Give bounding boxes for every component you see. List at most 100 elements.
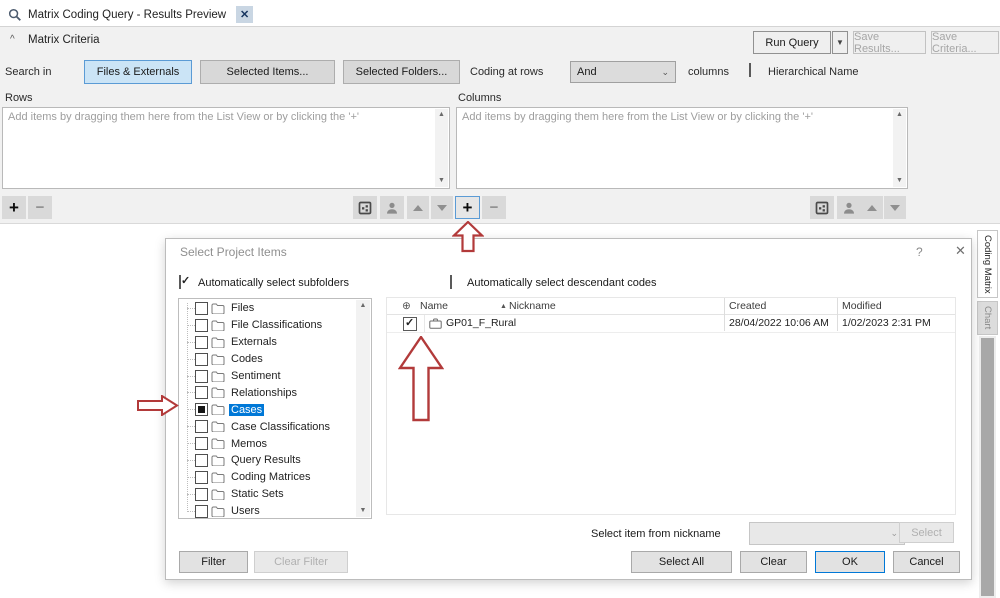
auto-descendants-checkbox[interactable] [450, 275, 452, 289]
rows-drop-area[interactable]: Add items by dragging them here from the… [2, 107, 450, 189]
columns-remove-button[interactable]: − [482, 196, 506, 219]
detail-view-scrollbar[interactable] [979, 336, 996, 598]
tree-item-checkbox[interactable] [195, 386, 208, 399]
collapse-caret-icon[interactable]: ^ [10, 34, 15, 45]
hierarchical-name-checkbox[interactable] [749, 63, 751, 77]
scroll-up-icon[interactable]: ▲ [893, 109, 906, 121]
query-magnifier-icon [8, 8, 22, 22]
scrollbar-thumb[interactable] [981, 338, 994, 596]
tree-item[interactable]: Relationships [179, 384, 356, 401]
name-column-header[interactable]: Name [420, 300, 448, 312]
select-button[interactable]: Select [899, 522, 954, 543]
coding-at-rows-label: Coding at rows [470, 66, 543, 78]
rows-move-down-button[interactable] [431, 196, 453, 219]
tree-item[interactable]: Coding Matrices [179, 469, 356, 486]
created-column-header[interactable]: Created [729, 300, 766, 312]
tree-item[interactable]: Static Sets [179, 486, 356, 503]
select-all-button[interactable]: Select All [631, 551, 732, 573]
tree-item-label: Case Classifications [229, 421, 332, 433]
rows-add-button[interactable]: + [2, 196, 26, 219]
tree-item[interactable]: Query Results [179, 452, 356, 469]
tree-scrollbar[interactable]: ▲ ▼ [356, 300, 370, 517]
tree-item[interactable]: Cases [179, 401, 356, 418]
scroll-down-icon[interactable]: ▼ [356, 505, 370, 517]
tree-item-checkbox[interactable] [195, 420, 208, 433]
tree-item-checkbox[interactable] [195, 302, 208, 315]
save-criteria-button[interactable]: Save Criteria... [931, 31, 999, 54]
columns-select-items-icon-button[interactable] [810, 196, 834, 219]
scroll-down-icon[interactable]: ▼ [435, 175, 448, 187]
folder-icon [211, 438, 225, 449]
columns-move-down-button[interactable] [884, 196, 906, 219]
tree-item-checkbox[interactable] [195, 488, 208, 501]
tree-connector [187, 460, 195, 461]
tree-item-checkbox[interactable] [195, 336, 208, 349]
filter-button[interactable]: Filter [179, 551, 248, 573]
columns-person-icon-button[interactable] [837, 196, 861, 219]
modified-column-header[interactable]: Modified [842, 300, 882, 312]
tree-item-checkbox[interactable] [195, 437, 208, 450]
auto-subfolders-label: Automatically select subfolders [198, 277, 349, 289]
rows-person-icon-button[interactable] [380, 196, 404, 219]
tree-connector [187, 308, 195, 309]
auto-subfolders-checkbox[interactable] [179, 275, 181, 289]
side-tab[interactable]: Chart [977, 301, 998, 335]
tree-item-checkbox[interactable] [195, 319, 208, 332]
rows-move-up-button[interactable] [407, 196, 429, 219]
scroll-down-icon[interactable]: ▼ [893, 175, 906, 187]
columns-drop-area[interactable]: Add items by dragging them here from the… [456, 107, 908, 189]
rows-scrollbar[interactable]: ▲ ▼ [435, 109, 448, 187]
tree-item-checkbox[interactable] [195, 353, 208, 366]
run-query-dropdown-icon[interactable]: ▼ [832, 31, 848, 54]
row-checkbox[interactable] [403, 317, 417, 331]
tree-item[interactable]: Sentiment [179, 368, 356, 385]
files-and-externals-button[interactable]: Files & Externals [84, 60, 192, 84]
columns-move-up-button[interactable] [861, 196, 883, 219]
tree-item[interactable]: File Classifications [179, 317, 356, 334]
project-tree: Files File Classifications [178, 298, 372, 519]
nickname-dropdown[interactable]: ⌄ [749, 522, 905, 545]
operator-dropdown[interactable]: And ⌄ [570, 61, 676, 83]
tree-item[interactable]: Case Classifications [179, 418, 356, 435]
rows-placeholder: Add items by dragging them here from the… [8, 111, 429, 123]
tree-item[interactable]: Codes [179, 351, 356, 368]
search-in-label: Search in [5, 66, 51, 78]
tree-item-checkbox[interactable] [195, 370, 208, 383]
expand-all-icon[interactable]: ⊕ [402, 300, 411, 312]
scroll-up-icon[interactable]: ▲ [435, 109, 448, 121]
help-icon[interactable]: ? [916, 245, 923, 259]
close-icon[interactable]: ✕ [955, 243, 966, 259]
clear-filter-button[interactable]: Clear Filter [254, 551, 348, 573]
table-row[interactable]: GP01_F_Rural 28/04/2022 10:06 AM 1/02/20… [387, 315, 955, 333]
run-query-button[interactable]: Run Query [753, 31, 831, 54]
folder-icon [211, 506, 225, 517]
side-tab[interactable]: Coding Matrix [977, 230, 998, 298]
folder-icon [211, 371, 225, 382]
tree-connector [187, 359, 195, 360]
scroll-up-icon[interactable]: ▲ [356, 300, 370, 312]
save-results-button[interactable]: Save Results... [853, 31, 926, 54]
ok-button[interactable]: OK [815, 551, 885, 573]
columns-placeholder: Add items by dragging them here from the… [462, 111, 887, 123]
rows-select-items-icon-button[interactable] [353, 196, 377, 219]
rows-remove-button[interactable]: − [28, 196, 52, 219]
tab-matrix-coding-query[interactable]: Matrix Coding Query - Results Preview ✕ [2, 3, 259, 26]
tree-item[interactable]: Files [179, 300, 356, 317]
selected-folders-button[interactable]: Selected Folders... [343, 60, 460, 84]
clear-button[interactable]: Clear [740, 551, 807, 573]
tree-item-label: Coding Matrices [229, 471, 312, 483]
tree-item[interactable]: Externals [179, 334, 356, 351]
tree-item-checkbox[interactable] [195, 403, 208, 416]
nickname-column-header[interactable]: Nickname [509, 300, 556, 312]
tree-connector [187, 477, 195, 478]
tab-close-icon[interactable]: ✕ [236, 6, 253, 23]
cancel-button[interactable]: Cancel [893, 551, 960, 573]
tree-item[interactable]: Users [179, 503, 356, 519]
selected-items-button[interactable]: Selected Items... [200, 60, 335, 84]
tree-item[interactable]: Memos [179, 435, 356, 452]
columns-scrollbar[interactable]: ▲ ▼ [893, 109, 906, 187]
columns-add-button[interactable]: + [455, 196, 480, 219]
tree-item-checkbox[interactable] [195, 505, 208, 518]
tree-item-checkbox[interactable] [195, 454, 208, 467]
tree-item-checkbox[interactable] [195, 471, 208, 484]
